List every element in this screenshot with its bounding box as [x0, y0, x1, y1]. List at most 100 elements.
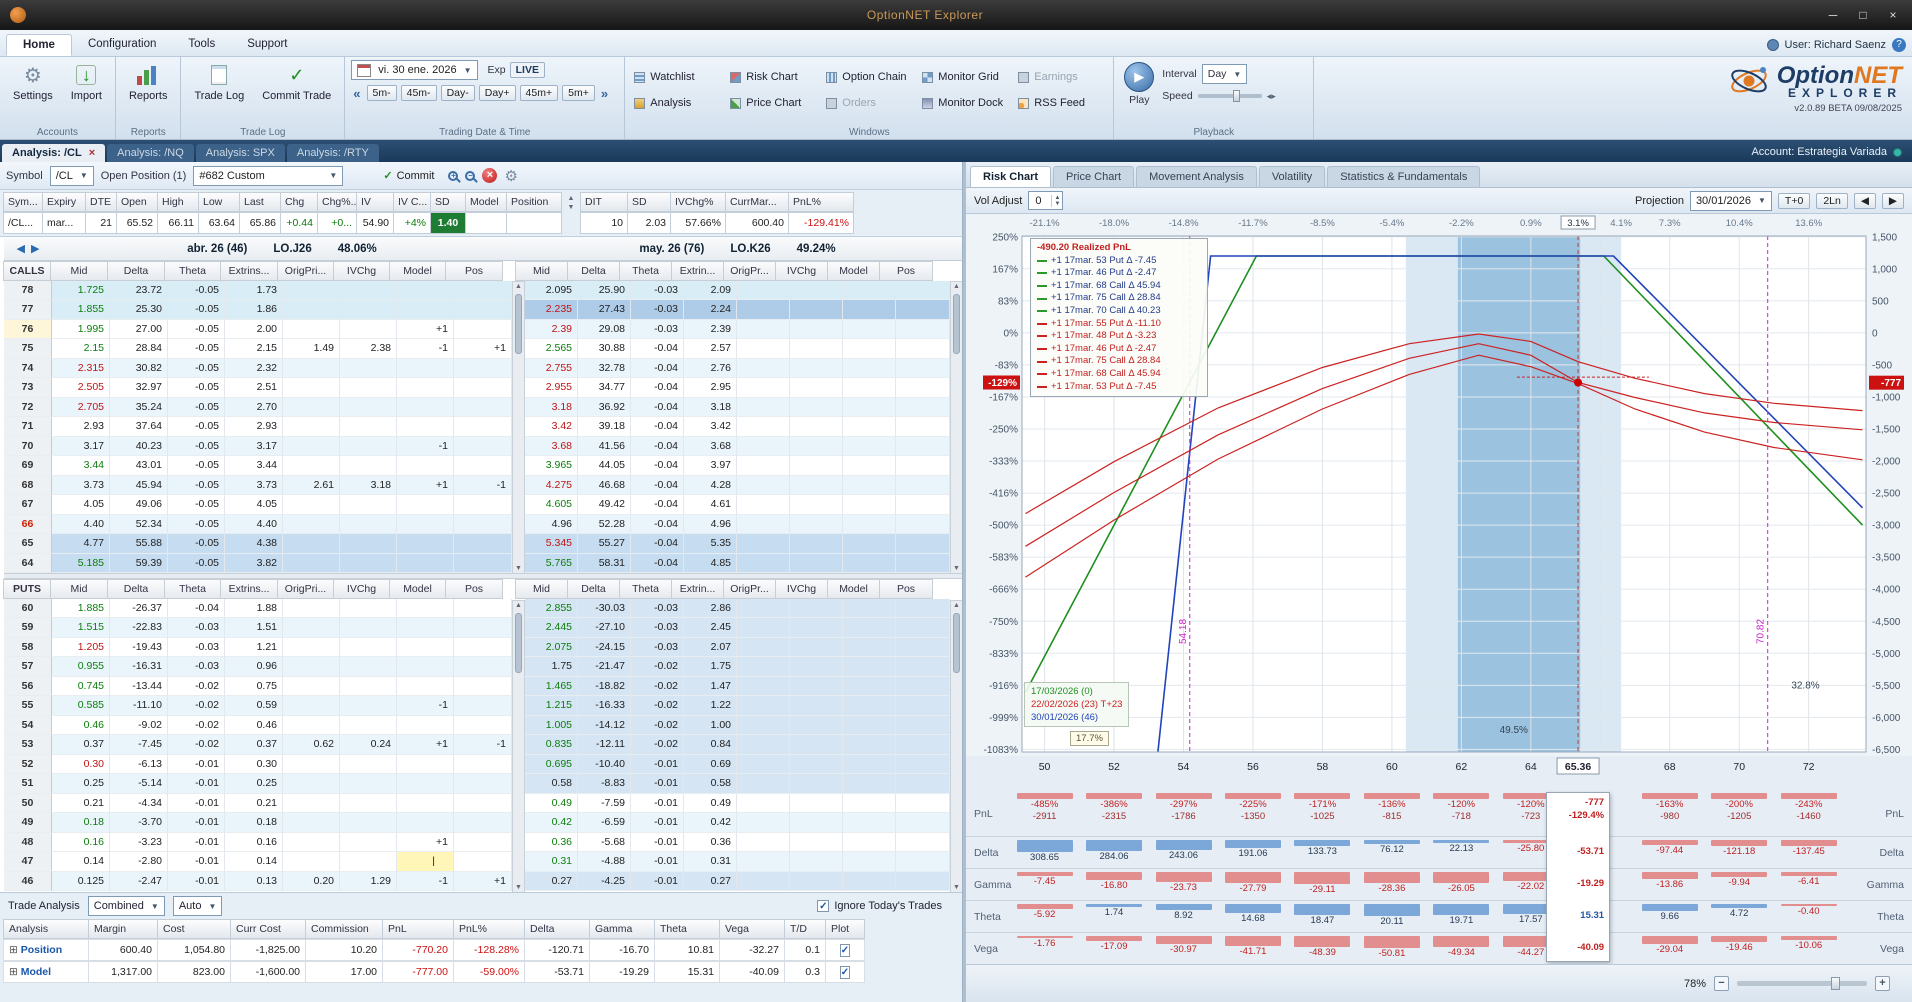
posgrid-colr-3[interactable]: CurrMar...: [725, 192, 789, 212]
call-row-68[interactable]: 68 3.73 45.94 -0.05 3.73 2.61 3.18 +1 -1 4.275 46.…: [4, 475, 962, 495]
put-row-60[interactable]: 60 1.885 -26.37 -0.04 1.88 2.855 -30.03 -0.03 2.…: [4, 598, 962, 618]
chain-col-right-5[interactable]: IVChg: [775, 579, 828, 599]
rp-tab-statistics-fundamentals[interactable]: Statistics & Fundamentals: [1327, 166, 1481, 187]
analysis-tab-2[interactable]: Analysis: SPX: [195, 144, 285, 162]
put-row-52[interactable]: 52 0.30 -6.13 -0.01 0.30 0.695 -10.40 -0.01 0.69: [4, 754, 962, 774]
ta-col-9[interactable]: Theta: [654, 919, 720, 939]
chain-col-right-3[interactable]: Extrin...: [671, 579, 724, 599]
chain-col-left-2[interactable]: Theta: [164, 579, 221, 599]
ta-col-11[interactable]: T/D: [784, 919, 826, 939]
ignore-todays-trades-checkbox[interactable]: ✓: [817, 900, 830, 912]
ribbon-toggle-rss-feed[interactable]: RSS Feed: [1015, 95, 1107, 111]
step-45m-back-button[interactable]: 45m-: [400, 85, 437, 101]
ribbon-toggle-price-chart[interactable]: Price Chart: [727, 95, 819, 111]
posgrid-colr-1[interactable]: SD: [627, 192, 671, 212]
zoom-slider[interactable]: [1737, 977, 1867, 990]
ta-col-6[interactable]: PnL%: [453, 919, 525, 939]
call-row-73[interactable]: 73 2.505 32.97 -0.05 2.51 2.955 34.77 -0.04 2.95: [4, 378, 962, 398]
strategy-select[interactable]: #682 Custom ▼: [193, 165, 344, 186]
call-row-72[interactable]: 72 2.705 35.24 -0.05 2.70 3.18 36.92 -0.04 3.18: [4, 397, 962, 417]
puts-right-scrollbar[interactable]: ▲ ▼: [950, 600, 962, 892]
ribbon-toggle-analysis[interactable]: Analysis: [631, 95, 723, 111]
puts-left-scrollbar[interactable]: ▲ ▼: [512, 600, 525, 892]
chain-col-right-3[interactable]: Extrin...: [671, 261, 724, 281]
rp-tab-risk-chart[interactable]: Risk Chart: [970, 166, 1052, 187]
put-row-55[interactable]: 55 0.585 -11.10 -0.02 0.59 -1 1.215 -16.33 -0.02…: [4, 696, 962, 716]
live-button[interactable]: LIVE: [509, 62, 545, 78]
symbol-select[interactable]: /CL ▼: [49, 165, 94, 186]
combined-select[interactable]: Combined ▼: [87, 896, 165, 916]
ta-col-5[interactable]: PnL: [382, 919, 454, 939]
put-row-59[interactable]: 59 1.515 -22.83 -0.03 1.51 2.445 -27.10 -0.03 2.…: [4, 618, 962, 638]
chain-col-right-7[interactable]: Pos: [879, 579, 933, 599]
put-row-58[interactable]: 58 1.205 -19.43 -0.03 1.21 2.075 -24.15 -0.03 2.…: [4, 637, 962, 657]
posgrid-colr-4[interactable]: PnL%: [788, 192, 854, 212]
posgrid-col-3[interactable]: Open: [116, 192, 158, 212]
chain-col-right-1[interactable]: Delta: [567, 579, 620, 599]
projection-prev-button[interactable]: ◀: [1853, 192, 1876, 209]
projection-date-picker[interactable]: 30/01/2026 ▼: [1689, 190, 1772, 211]
ta-row-model[interactable]: ⊞ Model 1,317.00 823.00 -1,600.00 17.00 -777.…: [0, 961, 962, 983]
ta-row-position[interactable]: ⊞ Position 600.40 1,054.80 -1,825.00 10.20 -7…: [0, 939, 962, 961]
posgrid-col-8[interactable]: Chg%..: [317, 192, 357, 212]
auto-select[interactable]: Auto ▼: [172, 896, 223, 916]
call-row-69[interactable]: 69 3.44 43.01 -0.05 3.44 3.965 44.05 -0.04 3.97: [4, 456, 962, 476]
chain-col-left-4[interactable]: OrigPri...: [277, 261, 334, 281]
chain-col-left-5[interactable]: IVChg: [333, 579, 390, 599]
help-icon[interactable]: ?: [1892, 38, 1906, 52]
chain-col-right-4[interactable]: OrigPr...: [723, 261, 776, 281]
ta-col-7[interactable]: Delta: [524, 919, 590, 939]
lines-mode-button[interactable]: 2Ln: [1816, 192, 1848, 209]
posgrid-col-5[interactable]: Low: [198, 192, 240, 212]
chain-col-left-7[interactable]: Pos: [445, 579, 503, 599]
plot-checkbox[interactable]: ✓: [839, 966, 851, 979]
chain-col-right-6[interactable]: Model: [827, 261, 880, 281]
posgrid-col-7[interactable]: Chg: [280, 192, 318, 212]
vol-adjust-stepper[interactable]: 0 ▲ ▼: [1028, 191, 1064, 210]
call-row-66[interactable]: 66 4.40 52.34 -0.05 4.40 4.96 52.28 -0.04 4.96: [4, 514, 962, 534]
posgrid-col-0[interactable]: Sym...: [3, 192, 43, 212]
trading-date-picker[interactable]: vi. 30 ene. 2026 ▼: [351, 60, 478, 80]
position-grid-row[interactable]: /CL... mar... 21 65.52 66.11 63.64 65.86 +0.44 +…: [3, 212, 962, 234]
posgrid-colr-2[interactable]: IVChg%: [670, 192, 726, 212]
chain-col-left-6[interactable]: Model: [389, 261, 446, 281]
reports-button[interactable]: Reports: [122, 60, 175, 123]
ta-col-12[interactable]: Plot: [825, 919, 865, 939]
trade-log-button[interactable]: Trade Log: [187, 60, 251, 123]
chain-col-left-3[interactable]: Extrins...: [220, 261, 278, 281]
chain-col-left-4[interactable]: OrigPri...: [277, 579, 334, 599]
close-position-icon[interactable]: ×: [482, 168, 498, 183]
chain-col-right-7[interactable]: Pos: [879, 261, 933, 281]
step-day-fwd-button[interactable]: Day+: [478, 85, 516, 101]
maximize-button[interactable]: □: [1848, 5, 1878, 25]
ta-col-10[interactable]: Vega: [719, 919, 785, 939]
close-window-button[interactable]: ×: [1878, 5, 1908, 25]
rp-tab-movement-analysis[interactable]: Movement Analysis: [1136, 166, 1257, 187]
put-row-50[interactable]: 50 0.21 -4.34 -0.01 0.21 0.49 -7.59 -0.01 0.49: [4, 793, 962, 813]
put-row-56[interactable]: 56 0.745 -13.44 -0.02 0.75 1.465 -18.82 -0.02 1.…: [4, 676, 962, 696]
call-row-70[interactable]: 70 3.17 40.23 -0.05 3.17 -1 3.68 41.56 -0.04 3.68: [4, 436, 962, 456]
zoom-out-button[interactable]: −: [1714, 976, 1729, 991]
ta-col-2[interactable]: Cost: [157, 919, 231, 939]
put-row-57[interactable]: 57 0.955 -16.31 -0.03 0.96 1.75 -21.47 -0.02 1.7…: [4, 657, 962, 677]
analysis-tab-0[interactable]: Analysis: /CL ×: [2, 144, 106, 162]
chain-col-right-2[interactable]: Theta: [619, 261, 672, 281]
chain-col-right-2[interactable]: Theta: [619, 579, 672, 599]
import-button[interactable]: ↓ Import: [64, 60, 109, 123]
speed-slider-thumb[interactable]: [1232, 90, 1240, 102]
chain-col-right-0[interactable]: Mid: [515, 579, 568, 599]
posgrid-col-12[interactable]: Model: [465, 192, 507, 212]
chain-col-left-5[interactable]: IVChg: [333, 261, 390, 281]
projection-next-button[interactable]: ▶: [1881, 192, 1904, 209]
rp-tab-price-chart[interactable]: Price Chart: [1053, 166, 1135, 187]
chain-col-left-3[interactable]: Extrins...: [220, 579, 278, 599]
call-row-78[interactable]: 78 1.725 23.72 -0.05 1.73 2.095 25.90 -0.03 2.09: [4, 280, 962, 300]
analysis-tab-1[interactable]: Analysis: /NQ: [107, 144, 194, 162]
ribbon-toggle-watchlist[interactable]: Watchlist: [631, 69, 723, 85]
expiry-header-left[interactable]: abr. 26 (46) LO.J26 48.06%: [52, 243, 512, 255]
posgrid-col-6[interactable]: Last: [239, 192, 281, 212]
risk-chart[interactable]: 250% 1,500 167% 1,000 83% 500 0% 0 -83% -500 -167%…: [966, 214, 1912, 790]
chain-col-right-0[interactable]: Mid: [515, 261, 568, 281]
call-row-65[interactable]: 65 4.77 55.88 -0.05 4.38 5.345 55.27 -0.04 5.35: [4, 534, 962, 554]
chain-col-right-1[interactable]: Delta: [567, 261, 620, 281]
